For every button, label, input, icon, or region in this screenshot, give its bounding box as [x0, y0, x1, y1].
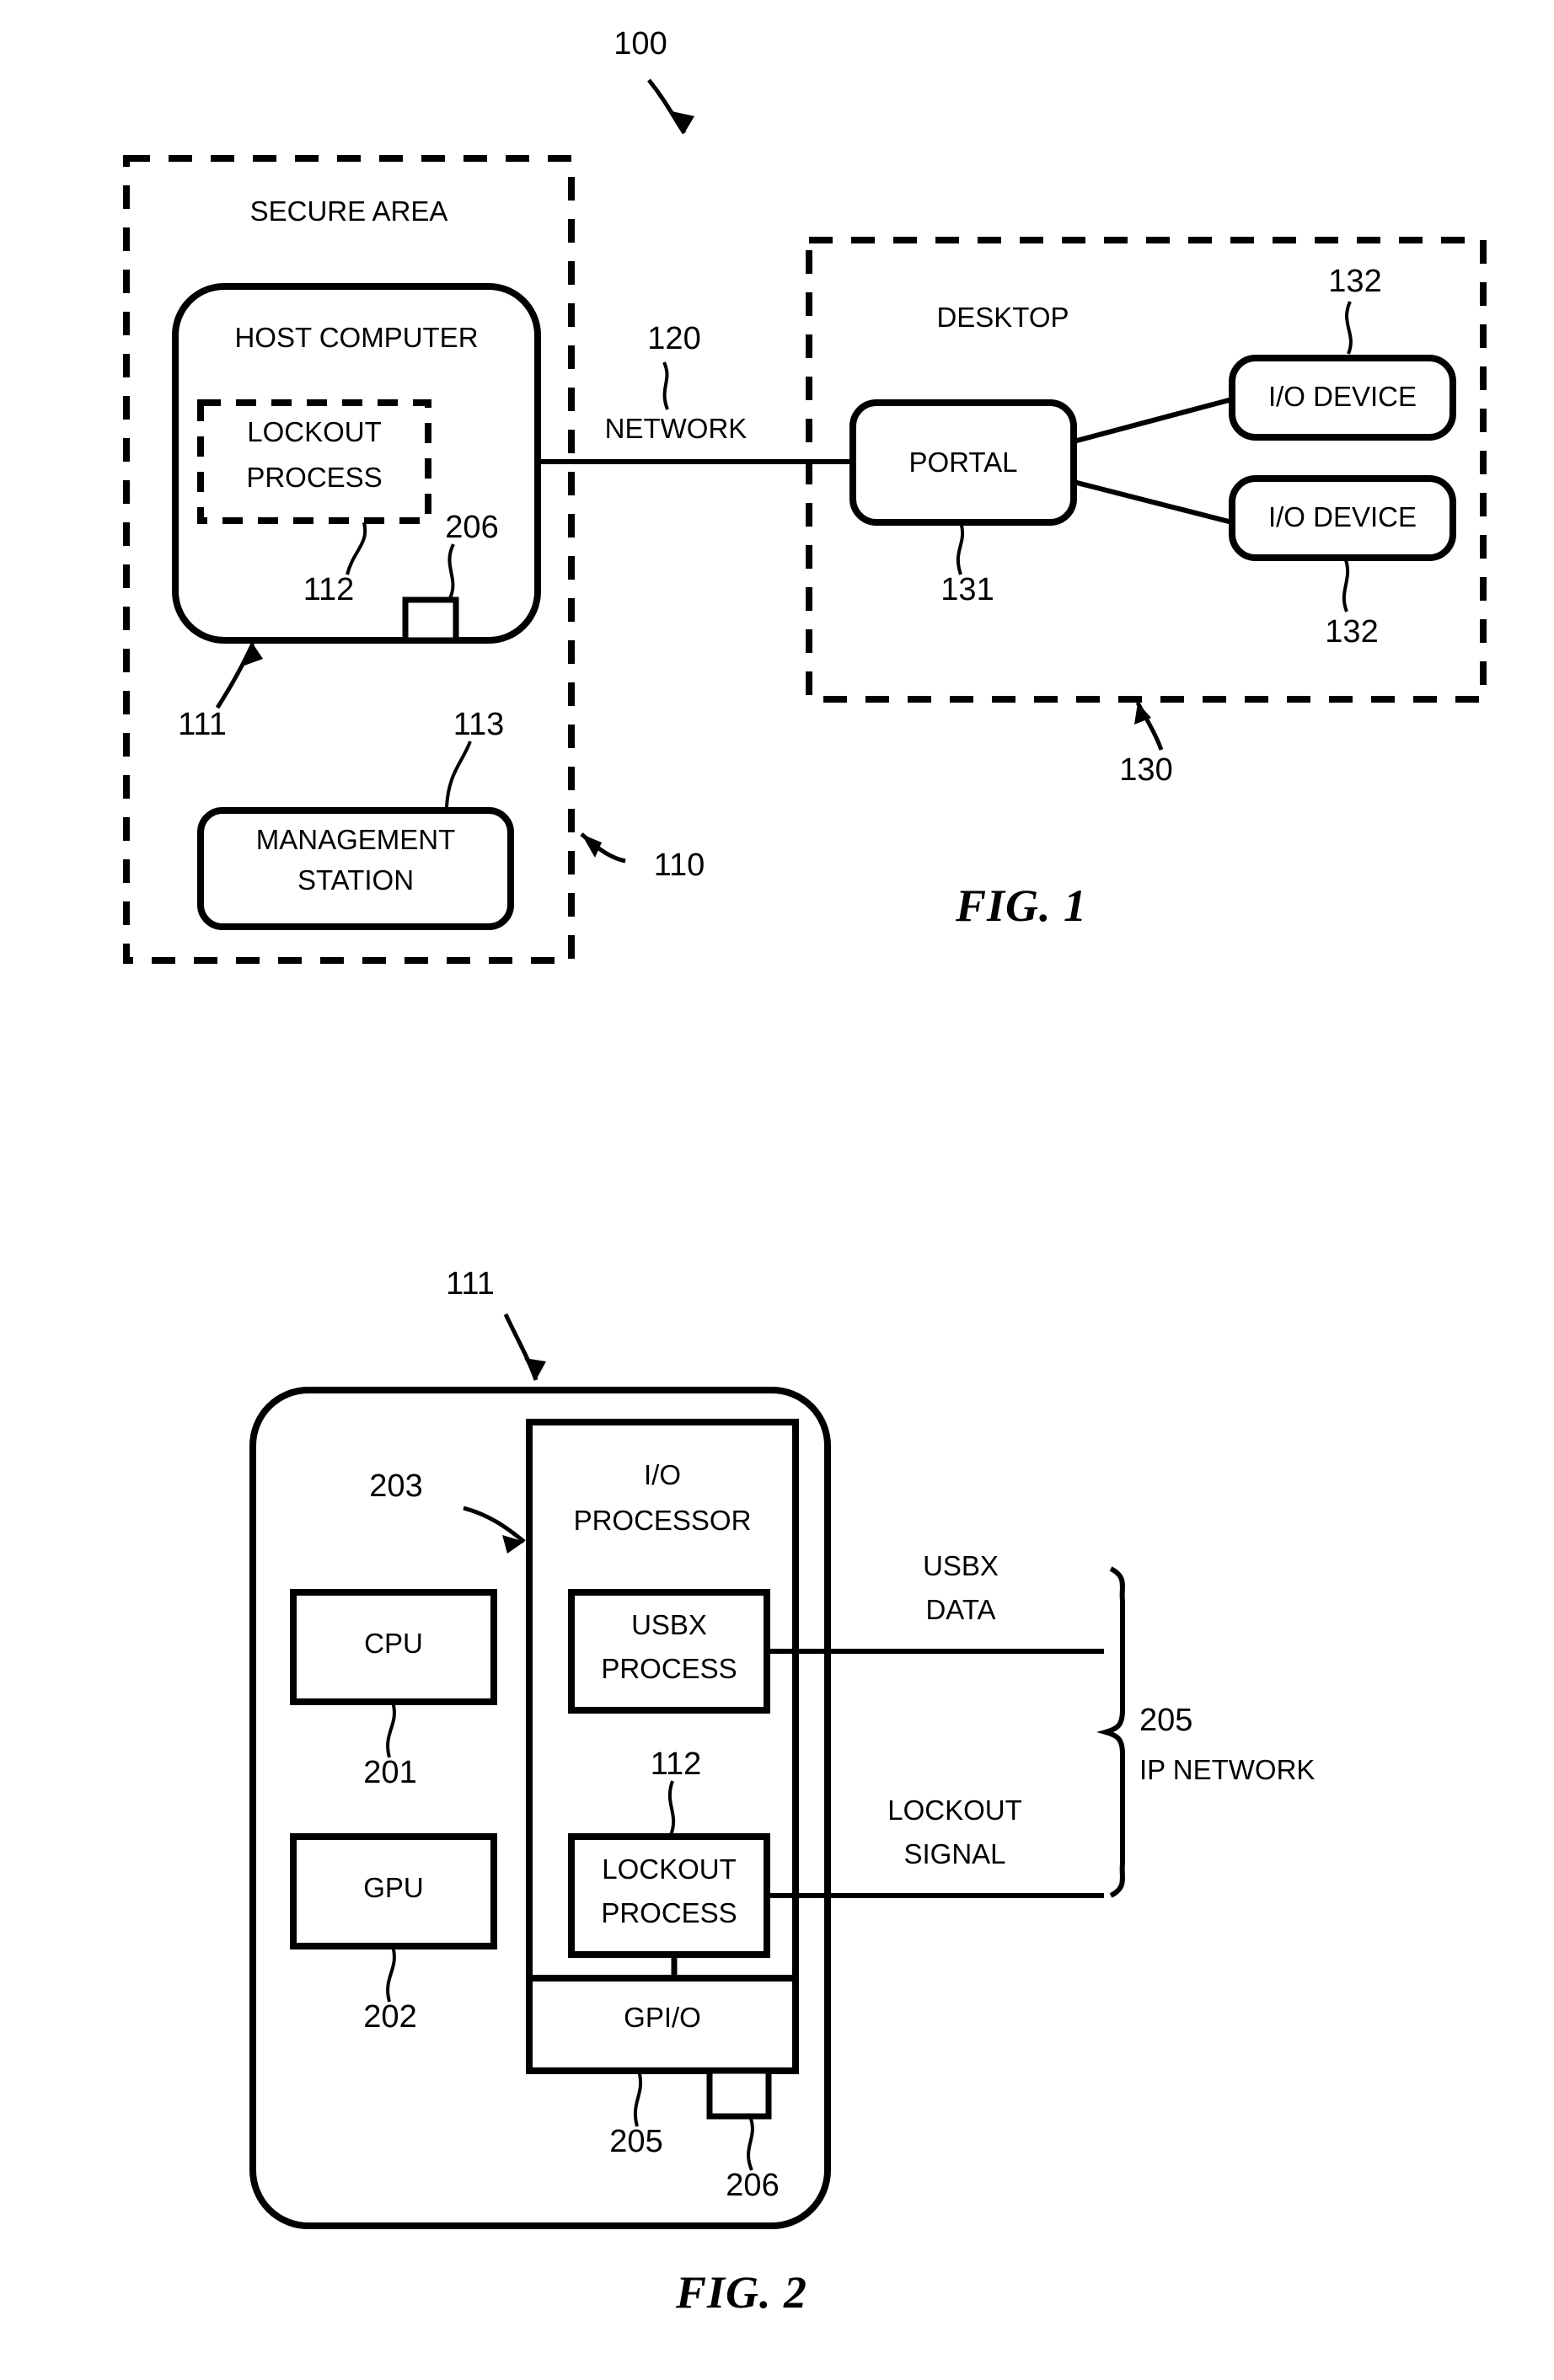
lockout-process-leader-fig1: [346, 521, 367, 575]
connector-206-leader-fig1: [447, 543, 455, 599]
cpu-ref: 201: [363, 1755, 417, 1790]
io-device-top-ref: 132: [1328, 264, 1382, 299]
portal-leader: [956, 521, 965, 575]
network-leader: [662, 361, 669, 410]
usbx-data-label-line1: USBX: [923, 1550, 999, 1581]
ip-network-ref: 205: [1139, 1703, 1193, 1738]
portal-ref: 131: [940, 572, 994, 607]
gpu-label: GPU: [363, 1872, 424, 1903]
connector-206-box-fig2: [706, 2067, 772, 2120]
lockout-process-label-line2-fig2: PROCESS: [601, 1897, 737, 1928]
connector-206-ref-fig1: 206: [445, 510, 499, 545]
gpio-leader: [633, 2070, 643, 2127]
lockout-process-label-line2-fig1: PROCESS: [246, 462, 383, 493]
io-processor-leader: [463, 1506, 526, 1554]
host-computer-label: HOST COMPUTER: [234, 322, 479, 353]
host-computer-leader: [215, 642, 263, 709]
io-device-top-label: I/O DEVICE: [1267, 381, 1417, 412]
portal-label: PORTAL: [908, 447, 1018, 478]
fig2-host-leader: [503, 1313, 546, 1381]
lockout-signal-label-line1: LOCKOUT: [887, 1794, 1022, 1826]
connector-206-leader-fig2: [747, 2115, 754, 2171]
gpu-ref: 202: [363, 1999, 417, 2035]
management-station-label-line1: MANAGEMENT: [255, 824, 456, 855]
lockout-process-label-line1-fig1: LOCKOUT: [247, 416, 382, 447]
desktop-ref: 130: [1119, 752, 1173, 788]
usbx-data-label-line2: DATA: [925, 1594, 996, 1625]
secure-area-leader: [580, 832, 626, 864]
io-device-top-leader: [1345, 301, 1353, 355]
io-device-bottom-leader: [1342, 557, 1350, 612]
fig2-host-ref: 111: [446, 1266, 495, 1302]
io-device-bottom-ref: 132: [1325, 614, 1379, 650]
gpu-leader: [386, 1945, 396, 2003]
patent-drawing-sheet: 100 SECURE AREA HOST COMPUTER LOCKOUT PR…: [0, 0, 1554, 2380]
network-ref: 120: [647, 321, 701, 356]
management-station-ref: 113: [453, 707, 505, 742]
fig1-caption: FIG. 1: [955, 880, 1088, 931]
gpio-ref: 205: [609, 2124, 663, 2159]
usbx-process-label-line1: USBX: [631, 1609, 707, 1640]
io-processor-ref: 203: [369, 1468, 423, 1504]
fig2-caption: FIG. 2: [675, 2267, 808, 2318]
portal-to-io-device-top-line: [1073, 397, 1233, 444]
cpu-label: CPU: [364, 1628, 423, 1659]
connector-206-box-fig1: [402, 596, 459, 644]
secure-area-ref: 110: [653, 848, 705, 883]
usbx-process-label-line2: PROCESS: [601, 1653, 737, 1684]
desktop-label: DESKTOP: [936, 302, 1069, 333]
cpu-leader: [386, 1701, 396, 1758]
fig1-system-ref: 100: [614, 26, 667, 62]
lockout-process-leader-fig2: [667, 1780, 676, 1836]
connector-206-ref-fig2: 206: [726, 2168, 780, 2203]
io-device-bottom-label: I/O DEVICE: [1267, 501, 1417, 532]
ip-network-bracket: [1096, 1566, 1125, 1898]
portal-to-io-device-bottom-line: [1073, 479, 1233, 525]
desktop-leader: [1134, 701, 1164, 751]
host-computer-ref-fig1: 111: [178, 707, 227, 742]
ip-network-label: IP NETWORK: [1139, 1754, 1316, 1785]
network-label: NETWORK: [604, 413, 748, 444]
gpio-label: GPI/O: [624, 2002, 701, 2033]
management-station-leader: [445, 741, 472, 808]
fig1-system-leader: [647, 78, 694, 135]
management-station-label-line2: STATION: [297, 864, 415, 896]
lockout-process-ref-fig2: 112: [650, 1746, 702, 1782]
io-processor-label-line2: PROCESSOR: [573, 1505, 752, 1536]
lockout-process-ref-fig1: 112: [303, 572, 355, 607]
secure-area-label: SECURE AREA: [249, 195, 448, 227]
lockout-process-label-line1-fig2: LOCKOUT: [602, 1853, 737, 1885]
io-processor-label-line1: I/O: [643, 1459, 681, 1490]
lockout-signal-label-line2: SIGNAL: [903, 1838, 1006, 1869]
